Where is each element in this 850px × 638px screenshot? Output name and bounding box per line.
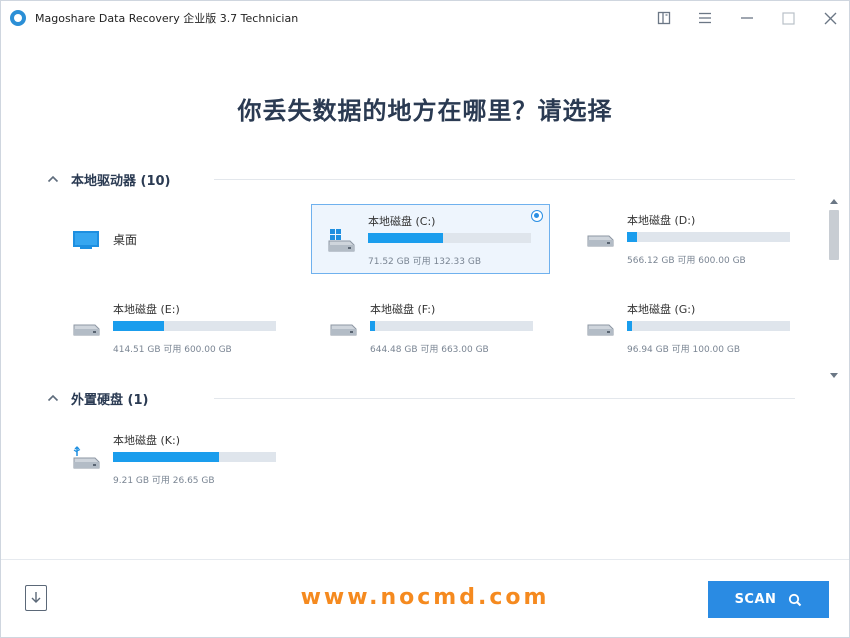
drive-e[interactable]: 本地磁盘 (E:) 414.51 GB 可用 600.00 GB <box>57 293 296 363</box>
usage-bar-fill <box>113 321 164 331</box>
usage-bar <box>113 452 276 462</box>
drive-list-scrollbar[interactable] <box>827 194 841 382</box>
menu-icon[interactable] <box>694 7 716 29</box>
section-local-drives[interactable]: 本地驱动器 (10) <box>47 169 171 189</box>
drive-size: 566.12 GB 可用 600.00 GB <box>627 256 746 266</box>
scan-button[interactable]: SCAN <box>708 581 829 618</box>
section-title: 本地驱动器 (10) <box>71 173 171 189</box>
usage-bar-fill <box>627 321 632 331</box>
hard-drive-icon <box>585 226 615 252</box>
usage-bar <box>627 232 790 242</box>
drive-size: 644.48 GB 可用 663.00 GB <box>370 345 489 355</box>
drive-name: 本地磁盘 (D:) <box>627 214 696 227</box>
drive-size: 96.94 GB 可用 100.00 GB <box>627 345 740 355</box>
usage-bar-fill <box>113 452 219 462</box>
hard-drive-icon <box>71 315 101 341</box>
section-external-drives[interactable]: 外置硬盘 (1) <box>47 388 148 408</box>
drive-name: 本地磁盘 (F:) <box>370 303 436 316</box>
drive-c[interactable]: 本地磁盘 (C:) 71.52 GB 可用 132.33 GB <box>311 204 550 274</box>
app-window: Magoshare Data Recovery 企业版 3.7 Technici… <box>0 0 850 638</box>
monitor-icon <box>71 226 101 252</box>
minimize-icon[interactable] <box>736 7 758 29</box>
usage-bar <box>627 321 790 331</box>
divider <box>214 179 795 180</box>
windows-drive-icon <box>326 227 356 253</box>
hard-drive-icon <box>585 315 615 341</box>
selected-radio[interactable] <box>531 210 543 222</box>
close-icon[interactable] <box>819 7 841 29</box>
desktop-label: 桌面 <box>113 233 138 247</box>
title-bar: Magoshare Data Recovery 企业版 3.7 Technici… <box>1 1 849 35</box>
drive-g[interactable]: 本地磁盘 (G:) 96.94 GB 可用 100.00 GB <box>571 293 810 363</box>
hard-drive-icon <box>328 315 358 341</box>
chevron-up-icon[interactable] <box>47 391 61 405</box>
scroll-down-icon[interactable] <box>827 368 841 382</box>
drive-name: 本地磁盘 (E:) <box>113 303 180 316</box>
usage-bar-fill <box>370 321 375 331</box>
maximize-icon[interactable] <box>777 7 799 29</box>
usage-bar <box>368 233 531 243</box>
scan-label: SCAN <box>734 592 777 607</box>
section-title: 外置硬盘 (1) <box>71 392 149 408</box>
search-icon <box>789 593 802 606</box>
drive-f[interactable]: 本地磁盘 (F:) 644.48 GB 可用 663.00 GB <box>314 293 553 363</box>
usage-bar-fill <box>368 233 443 243</box>
app-logo-icon <box>10 10 26 26</box>
drive-size: 71.52 GB 可用 132.33 GB <box>368 257 481 267</box>
usage-bar <box>113 321 276 331</box>
desktop-location[interactable]: 桌面 <box>57 204 296 274</box>
drive-name: 本地磁盘 (K:) <box>113 434 180 447</box>
scroll-up-icon[interactable] <box>827 194 841 208</box>
drive-size: 414.51 GB 可用 600.00 GB <box>113 345 232 355</box>
drive-name: 本地磁盘 (G:) <box>627 303 696 316</box>
divider <box>214 398 795 399</box>
bookmark-icon[interactable] <box>653 7 675 29</box>
drive-name: 本地磁盘 (C:) <box>368 215 436 228</box>
scrollbar-thumb[interactable] <box>829 210 839 260</box>
window-title: Magoshare Data Recovery 企业版 3.7 Technici… <box>35 12 299 25</box>
usage-bar-fill <box>627 232 637 242</box>
drive-size: 9.21 GB 可用 26.65 GB <box>113 476 215 486</box>
drive-k[interactable]: 本地磁盘 (K:) 9.21 GB 可用 26.65 GB <box>57 424 296 494</box>
page-title: 你丢失数据的地方在哪里？请选择 <box>237 97 613 125</box>
usage-bar <box>370 321 533 331</box>
chevron-up-icon[interactable] <box>47 172 61 186</box>
usb-drive-icon <box>71 446 101 472</box>
drive-d[interactable]: 本地磁盘 (D:) 566.12 GB 可用 600.00 GB <box>571 204 810 274</box>
footer-divider <box>1 559 849 560</box>
